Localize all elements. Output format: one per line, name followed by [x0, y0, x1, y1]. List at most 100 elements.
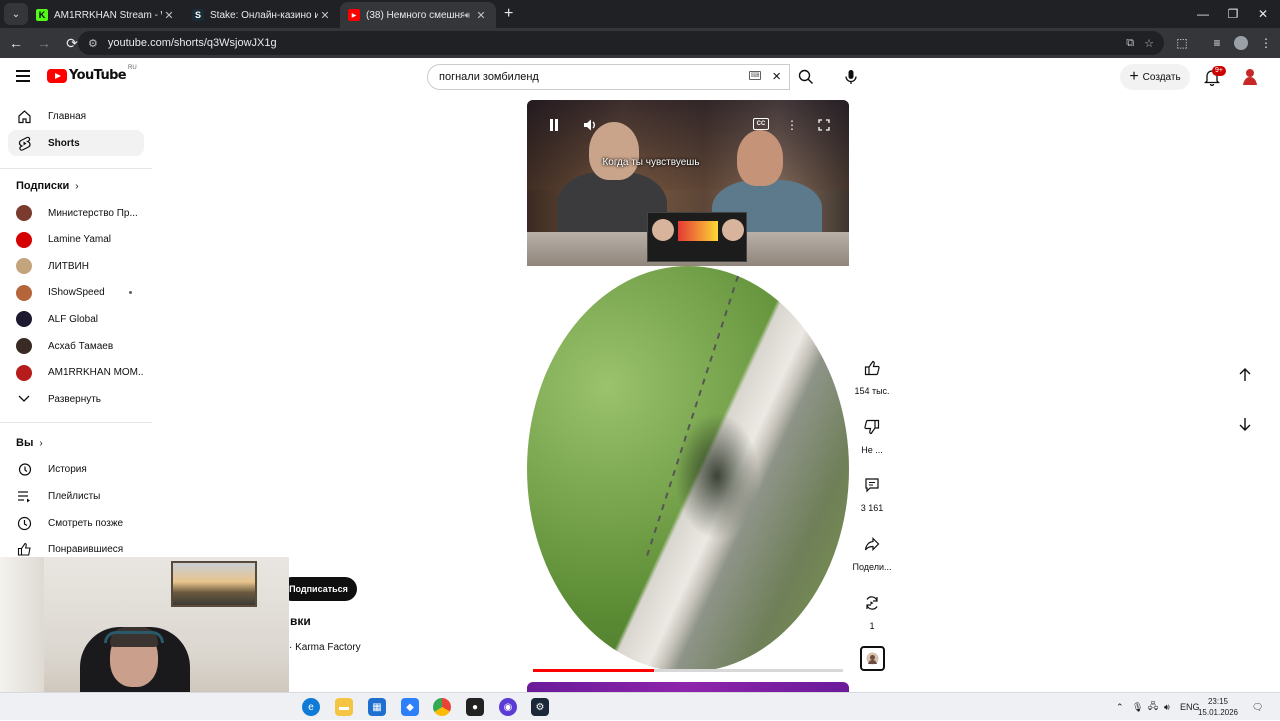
notifications-badge: 9+: [1212, 66, 1226, 76]
sidebar: Главная Shorts Подписки › Министерство Пр…: [0, 96, 152, 566]
close-tab-icon[interactable]: ✕: [318, 9, 332, 22]
like-action[interactable]: 154 тыс.: [848, 354, 896, 396]
chrome-browser-icon[interactable]: [433, 698, 451, 716]
tab-search-button[interactable]: ⌄: [4, 3, 28, 25]
keyboard-icon[interactable]: ⌨: [749, 71, 761, 80]
close-tab-icon[interactable]: ✕: [162, 9, 176, 22]
sidebar-item-label: Lamine Yamal: [48, 234, 111, 246]
sidebar-item-history[interactable]: История: [8, 456, 144, 482]
volume-icon[interactable]: [583, 118, 597, 132]
subscriptions-heading[interactable]: Подписки ›: [16, 180, 79, 192]
more-options-icon[interactable]: ⋮: [786, 118, 798, 132]
search-button[interactable]: [790, 64, 822, 90]
tab-title: Stake: Онлайн-казино и ставк: [210, 9, 318, 21]
browser-tab-youtube[interactable]: ▶ (38) Немного смешнявки 🔊︎ ✕: [340, 2, 496, 28]
sidebar-item-label: Понравившиеся: [48, 543, 124, 555]
sidebar-item-subscription[interactable]: AM1RRKHAN MOM...: [8, 360, 144, 386]
browser-tab-stake[interactable]: S Stake: Онлайн-казино и ставк ✕: [184, 2, 340, 28]
edge-browser-icon[interactable]: e: [302, 698, 320, 716]
liked-icon: [16, 541, 32, 557]
captions-button[interactable]: CC: [753, 118, 769, 130]
close-tab-icon[interactable]: ✕: [474, 9, 488, 22]
maximize-icon[interactable]: ❐: [1218, 0, 1248, 28]
hamburger-menu-icon[interactable]: [16, 70, 30, 82]
new-tab-button[interactable]: +: [504, 5, 513, 23]
clear-search-icon[interactable]: ×: [772, 68, 781, 85]
youtube-logo[interactable]: YouTube RU: [47, 65, 137, 83]
dislike-icon[interactable]: [858, 413, 886, 441]
address-bar[interactable]: ⚙ youtube.com/shorts/q3WsjowJX1g ⧉ ☆: [78, 31, 1164, 55]
like-icon[interactable]: [858, 354, 886, 382]
profile-avatar[interactable]: [1229, 28, 1253, 58]
microphone-tray-icon[interactable]: 🎙︎: [1132, 693, 1143, 721]
sidebar-item-subscription[interactable]: ЛИТВИН: [8, 253, 144, 279]
sidebar-item-subscription[interactable]: Министерство Пр...: [8, 200, 144, 226]
close-window-icon[interactable]: ✕: [1248, 0, 1278, 28]
sidebar-item-subscription[interactable]: Lamine Yamal: [8, 227, 144, 253]
extensions-icon[interactable]: ⬚: [1170, 28, 1194, 58]
video-thumbnail-card: [647, 212, 747, 262]
dislike-action[interactable]: Не ...: [848, 413, 896, 455]
fullscreen-icon[interactable]: [817, 118, 831, 132]
current-short-video[interactable]: [527, 266, 849, 672]
speaker-icon[interactable]: 🔊︎: [464, 10, 470, 21]
video-frame-nature: [527, 266, 849, 672]
notification-center-icon[interactable]: 🗨︎: [1252, 693, 1263, 721]
sidebar-item-shorts[interactable]: Shorts: [8, 130, 144, 156]
previous-short-video[interactable]: CC ⋮ Когда ты чувствуешь: [527, 100, 849, 266]
sidebar-item-home[interactable]: Главная: [8, 103, 144, 129]
channel-avatar: [16, 231, 32, 248]
voice-search-button[interactable]: [838, 64, 864, 90]
sidebar-item-label: Развернуть: [48, 393, 102, 405]
browser-tab-kick[interactable]: K AM1RRKHAN Stream - Watch L ✕: [28, 2, 184, 28]
media-controls-icon[interactable]: ≡: [1205, 28, 1229, 58]
sidebar-item-watch-later[interactable]: Смотреть позже: [8, 510, 144, 536]
site-info-icon[interactable]: ⚙: [88, 37, 98, 50]
browser-tab-bar: ⌄ K AM1RRKHAN Stream - Watch L ✕ S Stake…: [0, 0, 1280, 28]
sidebar-item-playlists[interactable]: Плейлисты: [8, 483, 144, 509]
sidebar-item-label: Асхаб Тамаев: [48, 340, 114, 352]
app-icon[interactable]: ◆: [401, 698, 419, 716]
you-heading[interactable]: Вы ›: [16, 437, 43, 449]
music-attribution[interactable]: · Karma Factory: [289, 642, 361, 653]
comments-icon[interactable]: [858, 471, 886, 499]
sidebar-item-subscription[interactable]: Асхаб Тамаев: [8, 333, 144, 359]
sidebar-item-subscription[interactable]: ALF Global: [8, 306, 144, 332]
video-progress-bar[interactable]: [533, 669, 843, 672]
minimize-icon[interactable]: —: [1188, 0, 1218, 28]
sidebar-item-label: Министерство Пр...: [48, 207, 138, 219]
obs-icon[interactable]: ●: [466, 698, 484, 716]
sidebar-item-subscription[interactable]: IShowSpeed: [8, 280, 144, 306]
tray-overflow-icon[interactable]: ⌃: [1116, 693, 1124, 721]
app-icon[interactable]: ◉: [499, 698, 517, 716]
steam-icon[interactable]: ⚙: [531, 698, 549, 716]
comments-action[interactable]: 3 161: [848, 471, 896, 513]
stake-favicon-icon: S: [192, 9, 204, 21]
account-avatar[interactable]: [1240, 66, 1260, 86]
create-button[interactable]: + Создать: [1120, 64, 1190, 90]
file-explorer-icon[interactable]: ▬: [335, 698, 353, 716]
short-title[interactable]: вки: [290, 614, 311, 628]
share-icon[interactable]: [858, 530, 886, 558]
forward-arrow-icon[interactable]: →: [30, 30, 58, 56]
channel-avatar[interactable]: [860, 646, 885, 671]
volume-tray-icon[interactable]: 🔊︎: [1164, 693, 1170, 721]
network-icon[interactable]: 🖧︎: [1148, 693, 1158, 721]
video-background: [527, 100, 849, 190]
browser-menu-icon[interactable]: ⋮: [1254, 28, 1278, 58]
share-action[interactable]: Подели...: [848, 530, 896, 572]
search-input[interactable]: погнали зомбиленд ⌨ ×: [427, 64, 790, 90]
sidebar-item-expand[interactable]: Развернуть: [8, 386, 144, 412]
install-app-icon[interactable]: ⧉: [1126, 37, 1134, 50]
back-arrow-icon[interactable]: ←: [2, 30, 30, 56]
subscribe-button[interactable]: Подписаться: [280, 577, 357, 601]
microsoft-store-icon[interactable]: ▦: [368, 698, 386, 716]
pause-icon[interactable]: [547, 118, 561, 132]
channel-avatar: [16, 284, 32, 301]
remix-icon[interactable]: [858, 589, 886, 617]
next-short-button[interactable]: [1232, 411, 1258, 437]
bookmark-star-icon[interactable]: ☆: [1144, 37, 1154, 50]
system-clock[interactable]: 23:15 15.01.2026: [1196, 696, 1240, 718]
remix-action[interactable]: 1: [848, 589, 896, 631]
previous-short-button[interactable]: [1232, 362, 1258, 388]
